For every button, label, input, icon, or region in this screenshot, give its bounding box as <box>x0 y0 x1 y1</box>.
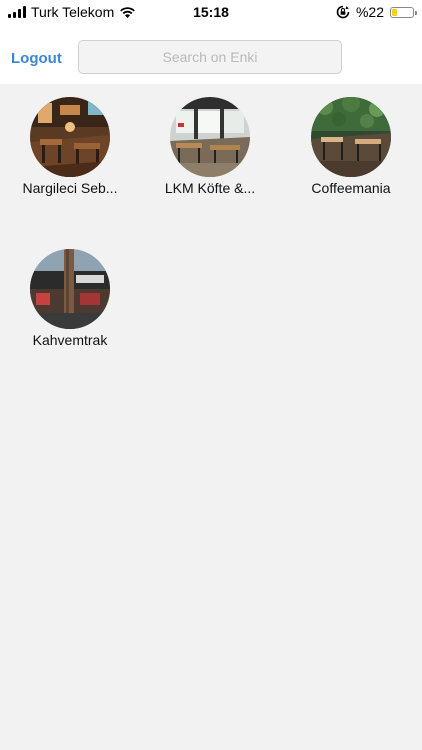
battery-percentage: %22 <box>355 4 384 20</box>
venue-name: Nargileci Seb... <box>22 180 118 196</box>
search-bar[interactable] <box>78 40 342 74</box>
venue-photo[interactable] <box>30 249 110 329</box>
venue-name: Coffeemania <box>311 180 391 196</box>
orientation-lock-icon <box>336 5 350 19</box>
venue-photo[interactable] <box>170 97 250 177</box>
logout-button[interactable]: Logout <box>11 50 62 67</box>
nav-bar: Logout <box>0 26 422 84</box>
screen: Turk Telekom 15:18 %22 Logout Search on … <box>0 0 422 750</box>
battery-fill <box>392 8 397 16</box>
status-right: %22 <box>336 4 417 20</box>
search-input[interactable] <box>79 48 341 66</box>
venue-photo[interactable] <box>311 97 391 177</box>
venue-name: Kahvemtrak <box>32 332 108 348</box>
venue-name: LKM Köfte &... <box>164 180 256 196</box>
status-bar: Turk Telekom 15:18 %22 <box>0 0 422 26</box>
battery-icon <box>390 6 417 18</box>
venue-photo[interactable] <box>30 97 110 177</box>
